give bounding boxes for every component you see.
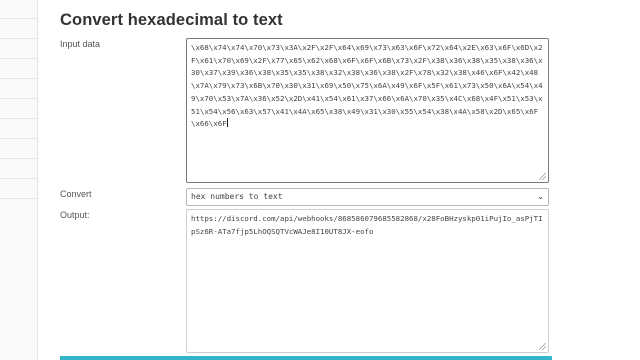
input-data-label: Input data bbox=[60, 39, 101, 49]
sidebar-divider bbox=[0, 38, 38, 39]
output-text: https://discord.com/api/webhooks/8685860… bbox=[191, 214, 543, 236]
output-textarea[interactable]: https://discord.com/api/webhooks/8685860… bbox=[186, 209, 549, 353]
chevron-down-icon: ⌄ bbox=[537, 192, 544, 201]
sidebar-divider bbox=[0, 18, 38, 19]
accent-bar bbox=[60, 356, 552, 360]
convert-selected-value: hex numbers to text bbox=[191, 192, 283, 201]
sidebar-divider bbox=[0, 138, 38, 139]
sidebar-divider bbox=[0, 118, 38, 119]
sidebar-divider bbox=[0, 78, 38, 79]
page-title: Convert hexadecimal to text bbox=[60, 11, 283, 29]
sidebar-divider bbox=[0, 158, 38, 159]
output-label: Output: bbox=[60, 210, 90, 220]
resize-grip-icon[interactable] bbox=[539, 343, 546, 350]
sidebar-divider bbox=[0, 58, 38, 59]
resize-grip-icon[interactable] bbox=[539, 173, 546, 180]
convert-label: Convert bbox=[60, 189, 92, 199]
sidebar-divider bbox=[0, 198, 38, 199]
sidebar-divider bbox=[0, 178, 38, 179]
input-data-textarea[interactable]: \x68\x74\x74\x70\x73\x3A\x2F\x2F\x64\x69… bbox=[186, 38, 549, 183]
left-sidebar bbox=[0, 0, 38, 360]
sidebar-divider bbox=[0, 98, 38, 99]
input-data-text: \x68\x74\x74\x70\x73\x3A\x2F\x2F\x64\x69… bbox=[191, 43, 543, 129]
convert-select[interactable]: hex numbers to text ⌄ bbox=[186, 188, 549, 206]
text-caret bbox=[226, 118, 228, 128]
